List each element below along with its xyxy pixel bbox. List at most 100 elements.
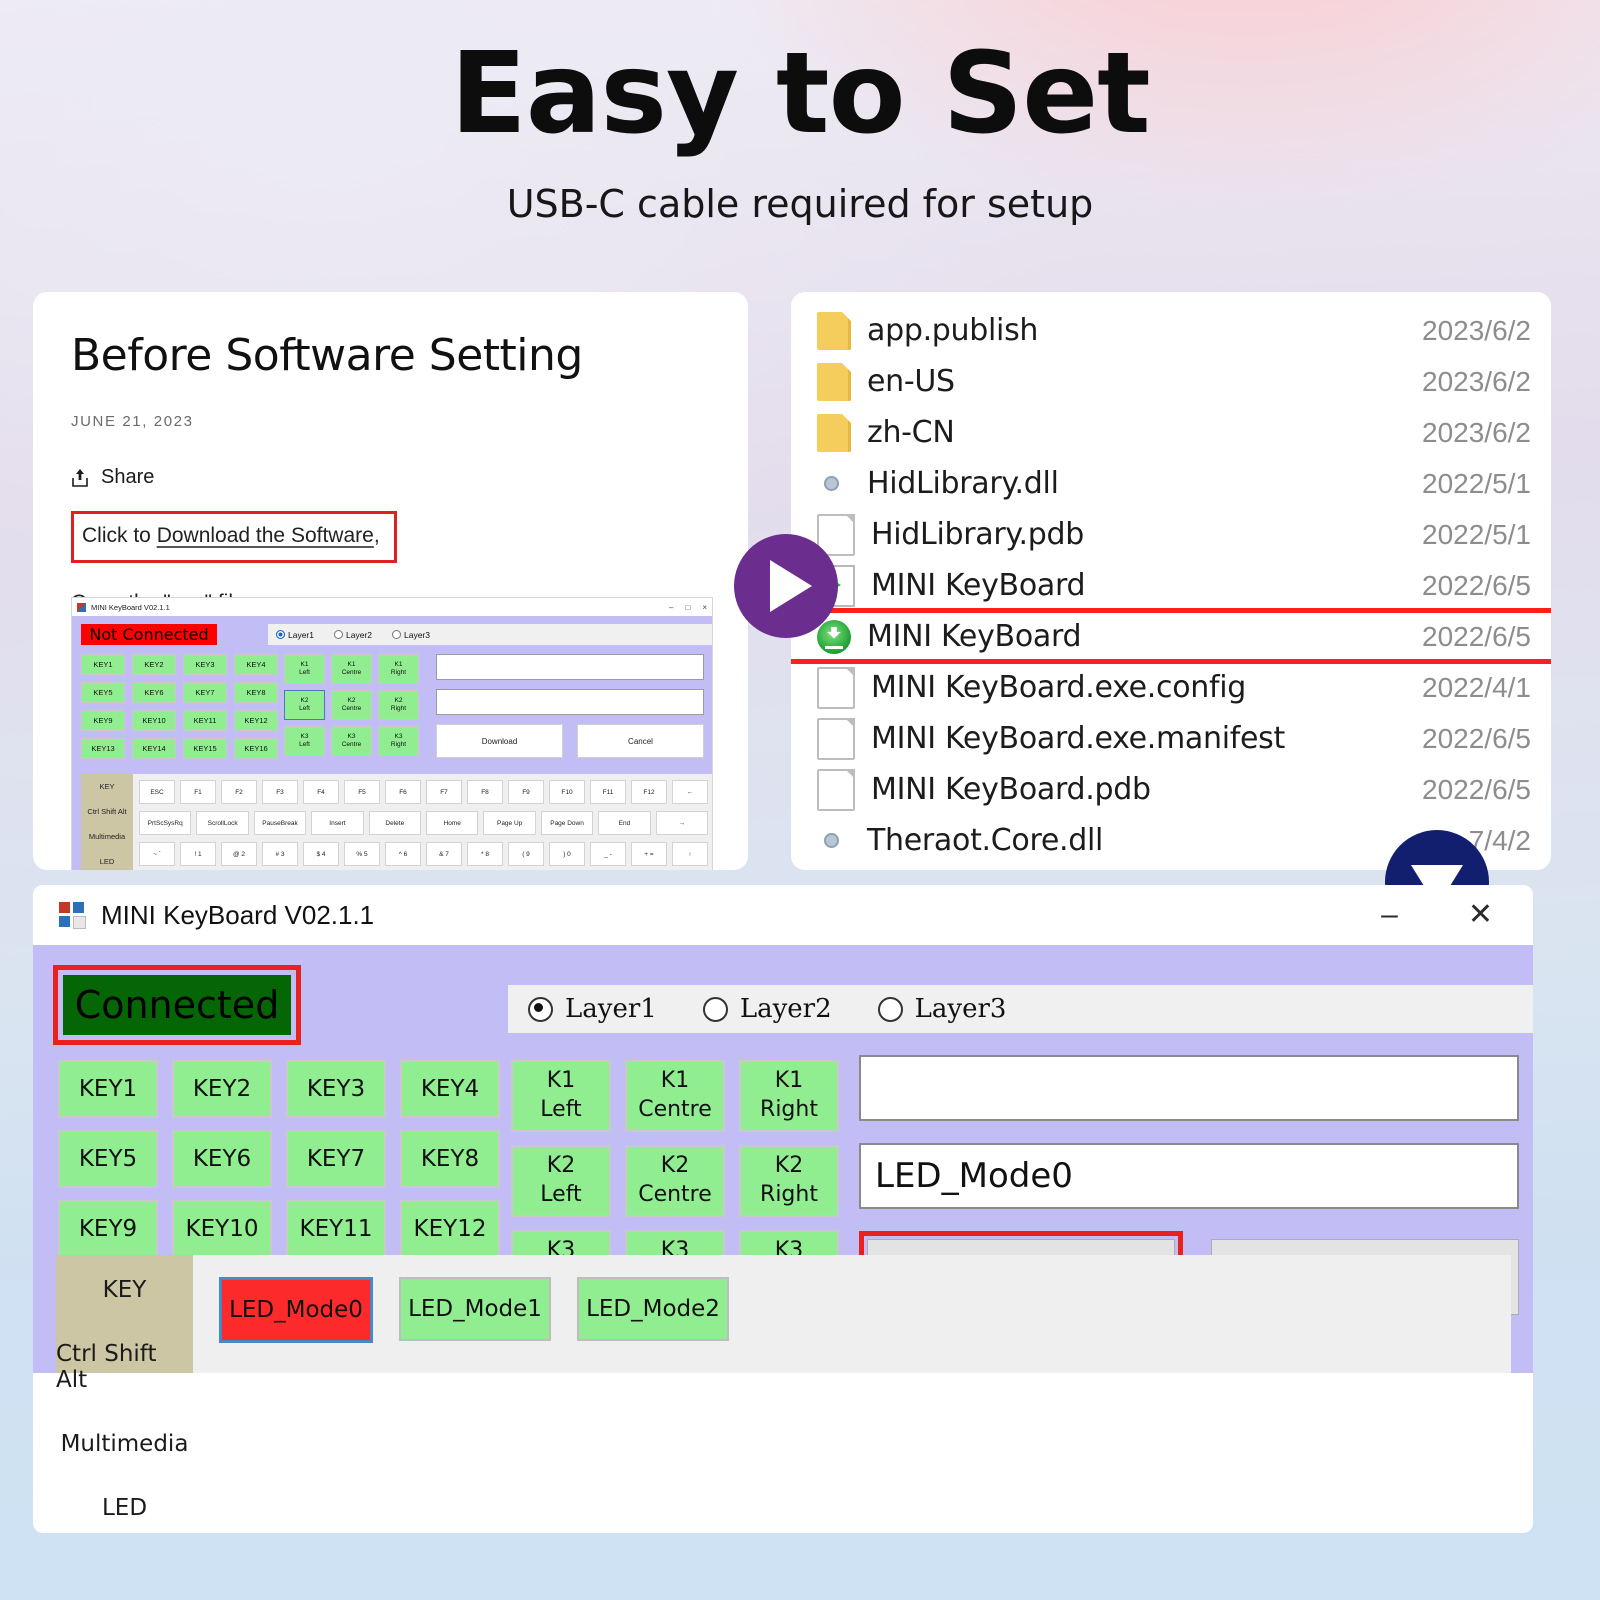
tab-key[interactable]: KEY: [103, 1277, 147, 1303]
mini-kbd-key[interactable]: ←: [672, 780, 708, 804]
text-field-1[interactable]: [859, 1055, 1519, 1121]
mini-tab-multimedia[interactable]: Multimedia: [89, 832, 125, 841]
tab-multimedia[interactable]: Multimedia: [61, 1431, 189, 1457]
mini-kbtn-k2-centre[interactable]: K2 Centre: [331, 690, 372, 720]
mini-key-10[interactable]: KEY10: [132, 710, 176, 731]
mini-kbtn-k1-left[interactable]: K1 Left: [284, 654, 325, 684]
key-button-4[interactable]: KEY4: [400, 1060, 500, 1118]
mini-kbd-key[interactable]: ( 9: [508, 842, 544, 866]
mini-kbtn-k3-centre[interactable]: K3 Centre: [331, 726, 372, 756]
mini-key-5[interactable]: KEY5: [81, 682, 125, 703]
mini-kbd-key[interactable]: # 3: [262, 842, 298, 866]
mini-kbd-key[interactable]: ESC: [139, 780, 175, 804]
mini-kbd-key[interactable]: F10: [549, 780, 585, 804]
key-button-3[interactable]: KEY3: [286, 1060, 386, 1118]
mini-kbd-key[interactable]: F2: [221, 780, 257, 804]
layer-1-radio[interactable]: Layer1: [528, 994, 657, 1024]
file-row[interactable]: MINI KeyBoard.pdb 2022/6/5: [791, 764, 1551, 815]
mini-kbd-key[interactable]: Delete: [368, 811, 422, 835]
kbtn-k1-left[interactable]: K1 Left: [511, 1060, 611, 1132]
kbtn-k2-centre[interactable]: K2 Centre: [625, 1145, 725, 1217]
file-row[interactable]: MINI KeyBoard.exe.manifest 2022/6/5: [791, 713, 1551, 764]
file-row[interactable]: zh-CN 2023/6/2: [791, 407, 1551, 458]
kbtn-k1-centre[interactable]: K1 Centre: [625, 1060, 725, 1132]
minimize-button[interactable]: –: [1381, 900, 1398, 930]
mini-key-4[interactable]: KEY4: [234, 654, 278, 675]
file-row[interactable]: MINI KeyBoard 2022/6/5: [791, 560, 1551, 613]
mini-key-11[interactable]: KEY11: [183, 710, 227, 731]
kbtn-k2-left[interactable]: K2 Left: [511, 1145, 611, 1217]
mini-layer-3[interactable]: Layer3: [392, 630, 430, 640]
mini-key-2[interactable]: KEY2: [132, 654, 176, 675]
mini-kbd-key[interactable]: F3: [262, 780, 298, 804]
mini-kbd-key[interactable]: End: [598, 811, 651, 835]
mini-key-9[interactable]: KEY9: [81, 710, 125, 731]
mini-kbd-key[interactable]: F12: [631, 780, 667, 804]
kbtn-k2-right[interactable]: K2 Right: [739, 1145, 839, 1217]
led-mode-button-1[interactable]: LED_Mode1: [399, 1277, 551, 1341]
mini-layer-1[interactable]: Layer1: [276, 630, 314, 640]
play-button-icon[interactable]: [734, 534, 838, 638]
download-software-link[interactable]: Download the Software: [157, 524, 374, 547]
mini-kbd-key[interactable]: * 8: [467, 842, 503, 866]
mini-kbd-key[interactable]: % 5: [344, 842, 380, 866]
mini-kbd-key[interactable]: & 7: [426, 842, 462, 866]
mini-kbtn-k3-right[interactable]: K3 Right: [378, 726, 419, 756]
mini-kbtn-k3-left[interactable]: K3 Left: [284, 726, 325, 756]
mini-key-12[interactable]: KEY12: [234, 710, 278, 731]
mini-kbd-key[interactable]: F7: [426, 780, 462, 804]
key-button-2[interactable]: KEY2: [172, 1060, 272, 1118]
mini-kbd-key[interactable]: Insert: [311, 811, 364, 835]
mini-tab-ctrl-shift-alt[interactable]: Ctrl Shift Alt: [87, 807, 126, 816]
file-row[interactable]: en-US 2023/6/2: [791, 356, 1551, 407]
mini-kbtn-k2-right[interactable]: K2 Right: [378, 690, 419, 720]
key-button-11[interactable]: KEY11: [286, 1200, 386, 1258]
key-button-12[interactable]: KEY12: [400, 1200, 500, 1258]
mini-kbd-key[interactable]: ScrollLock: [196, 811, 249, 835]
mini-kbtn-k1-right[interactable]: K1 Right: [378, 654, 419, 684]
led-mode-button-0[interactable]: LED_Mode0: [219, 1277, 373, 1343]
mini-key-13[interactable]: KEY13: [81, 738, 125, 759]
mini-tab-key[interactable]: KEY: [99, 782, 114, 791]
mini-text-field-2[interactable]: [436, 689, 704, 715]
mini-minimize-button[interactable]: –: [669, 603, 673, 612]
kbtn-k1-right[interactable]: K1 Right: [739, 1060, 839, 1132]
mini-kbd-key[interactable]: @ 2: [221, 842, 257, 866]
mini-kbd-key[interactable]: ) 0: [549, 842, 585, 866]
key-button-5[interactable]: KEY5: [58, 1130, 158, 1188]
mini-kbd-key[interactable]: _ -: [590, 842, 626, 866]
mini-key-8[interactable]: KEY8: [234, 682, 278, 703]
mini-key-16[interactable]: KEY16: [234, 738, 278, 759]
tab-led[interactable]: LED: [102, 1495, 147, 1521]
mini-kbd-key[interactable]: ^ 6: [385, 842, 421, 866]
mini-kbd-key[interactable]: F6: [385, 780, 421, 804]
share-button[interactable]: Share: [71, 466, 748, 489]
mini-key-14[interactable]: KEY14: [132, 738, 176, 759]
mini-kbd-key[interactable]: PauseBreak: [253, 811, 307, 835]
key-button-6[interactable]: KEY6: [172, 1130, 272, 1188]
mini-kbd-key[interactable]: F1: [180, 780, 216, 804]
key-button-10[interactable]: KEY10: [172, 1200, 272, 1258]
mini-kbd-key[interactable]: $ 4: [303, 842, 339, 866]
close-button[interactable]: ✕: [1468, 900, 1493, 930]
file-row[interactable]: MINI KeyBoard.exe.config 2022/4/1: [791, 662, 1551, 713]
mini-kbtn-k1-centre[interactable]: K1 Centre: [331, 654, 372, 684]
mini-tab-led[interactable]: LED: [100, 857, 115, 866]
key-button-7[interactable]: KEY7: [286, 1130, 386, 1188]
mini-kbd-key[interactable]: ↑: [672, 842, 708, 866]
mini-close-button[interactable]: ×: [702, 603, 707, 612]
mini-text-field-1[interactable]: [436, 654, 704, 680]
mini-kbd-key[interactable]: + =: [631, 842, 667, 866]
mini-kbtn-k2-left[interactable]: K2 Left: [284, 690, 325, 720]
mini-key-15[interactable]: KEY15: [183, 738, 227, 759]
layer-2-radio[interactable]: Layer2: [702, 994, 832, 1024]
tab-ctrl-shift-alt[interactable]: Ctrl Shift Alt: [56, 1341, 193, 1393]
mini-kbd-key[interactable]: F4: [303, 780, 339, 804]
key-button-8[interactable]: KEY8: [400, 1130, 500, 1188]
layer-3-radio[interactable]: Layer3: [877, 994, 1006, 1024]
key-button-1[interactable]: KEY1: [58, 1060, 158, 1118]
mini-key-1[interactable]: KEY1: [81, 654, 125, 675]
mini-key-7[interactable]: KEY7: [183, 682, 227, 703]
key-button-9[interactable]: KEY9: [58, 1200, 158, 1258]
mini-kbd-key[interactable]: F11: [590, 780, 626, 804]
